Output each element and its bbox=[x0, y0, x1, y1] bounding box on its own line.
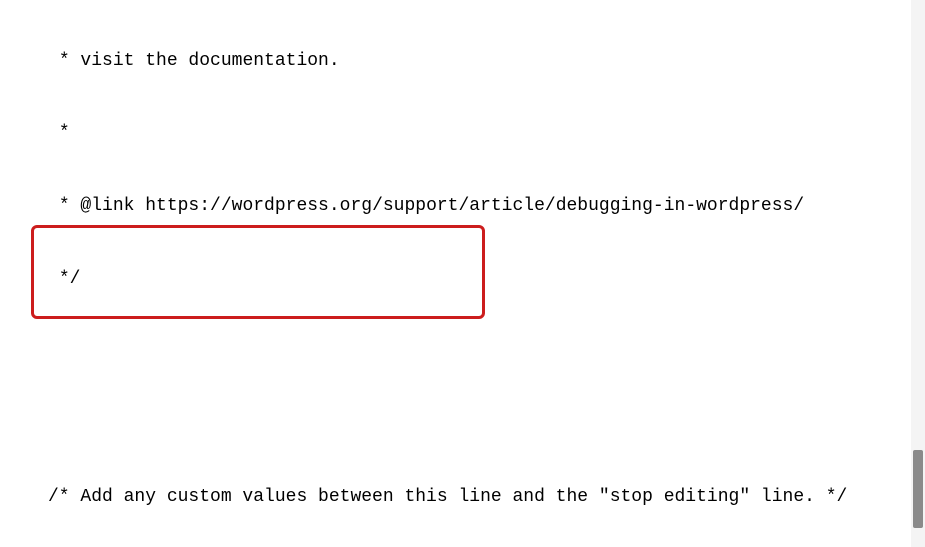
code-line: * visit the documentation. bbox=[48, 49, 901, 73]
scrollbar-track[interactable] bbox=[911, 0, 925, 547]
code-line: * @link https://wordpress.org/support/ar… bbox=[48, 194, 901, 218]
code-area[interactable]: * visit the documentation. * * @link htt… bbox=[0, 0, 901, 547]
code-line: */ bbox=[48, 267, 901, 291]
scrollbar-thumb[interactable] bbox=[913, 450, 923, 528]
code-line: /* Add any custom values between this li… bbox=[48, 485, 901, 509]
code-viewport: * visit the documentation. * * @link htt… bbox=[0, 0, 901, 547]
blank-line bbox=[48, 413, 901, 437]
code-line: * bbox=[48, 121, 901, 145]
blank-line bbox=[48, 340, 901, 364]
